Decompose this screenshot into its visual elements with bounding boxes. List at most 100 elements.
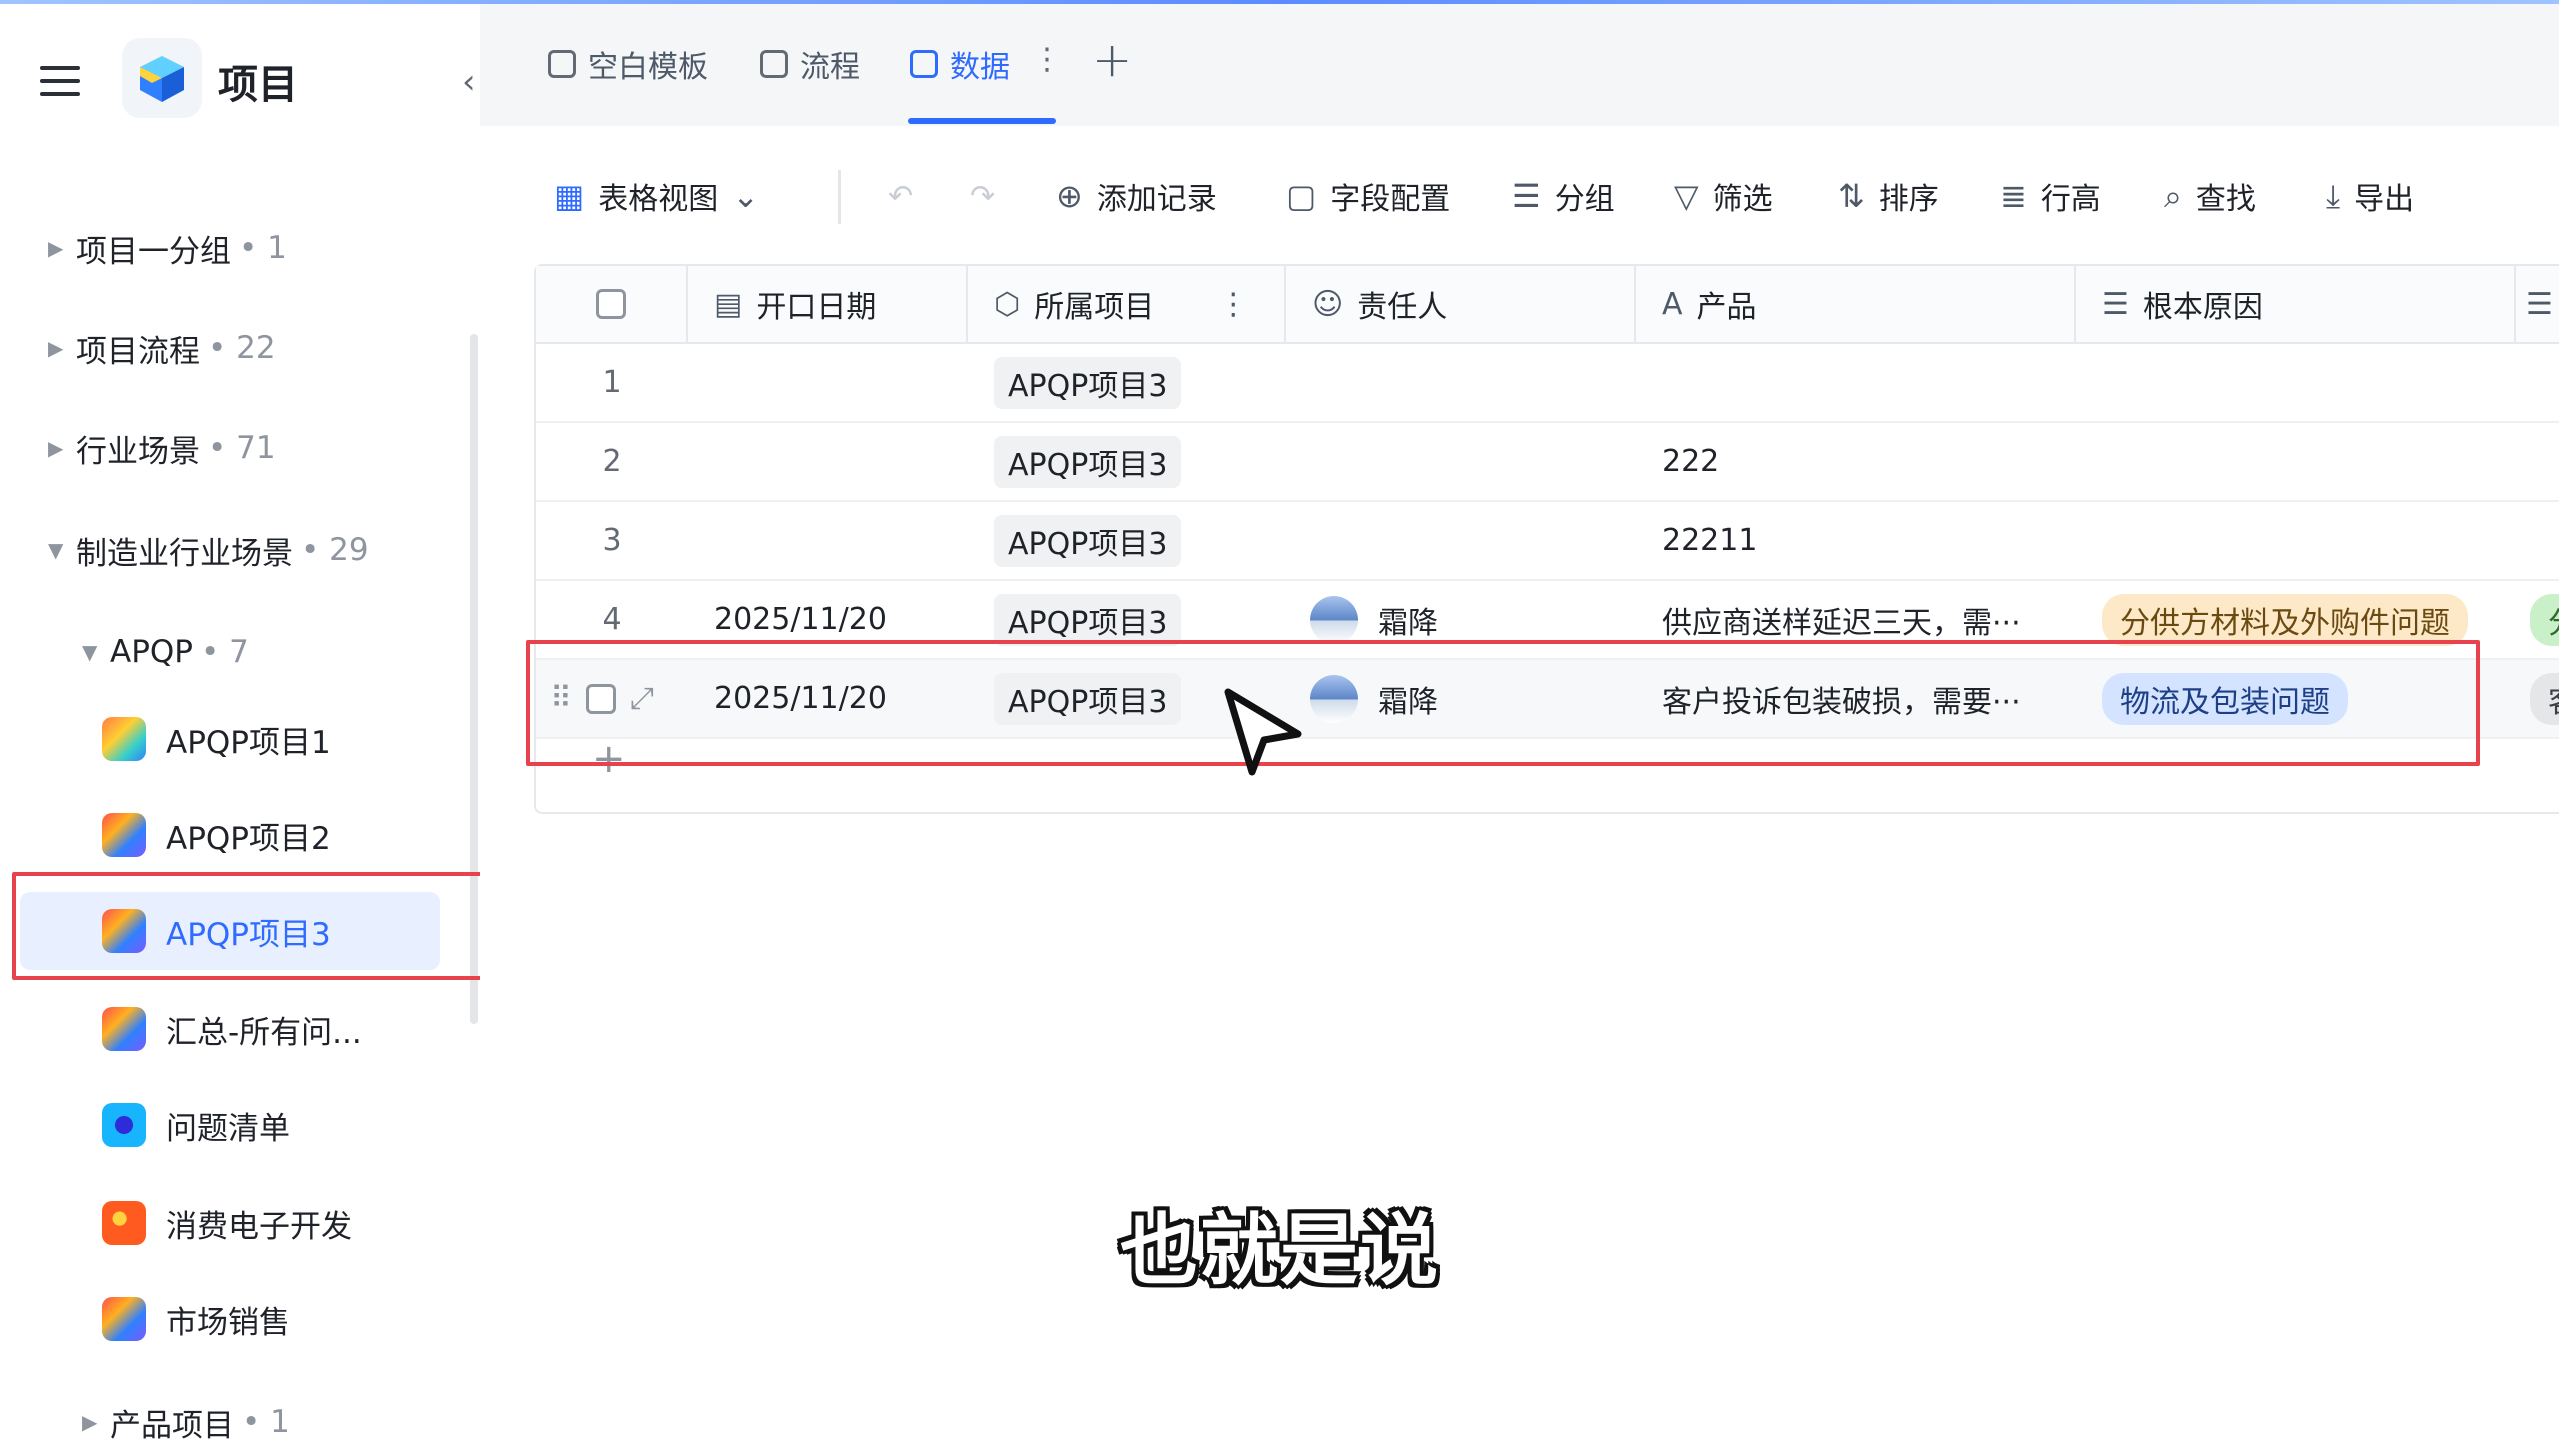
filter-label: 筛选 — [1712, 182, 1773, 217]
tree-group-item[interactable]: ▶ 项目一分组 • 1 — [48, 218, 287, 278]
tree-group-item[interactable]: ▼ 制造业行业场景 • 29 — [48, 520, 369, 580]
next-tag: 客 — [2530, 672, 2559, 725]
template-icon — [548, 50, 576, 78]
export-button[interactable]: ⤓ 导出 — [2326, 172, 2414, 220]
tree-group-label: 行业场景 — [76, 433, 200, 470]
project-cell[interactable]: APQP项目3 — [968, 423, 1286, 500]
add-record-label: 添加记录 — [1096, 182, 1217, 217]
sidebar-item-label: 消费电子开发 — [166, 1208, 352, 1245]
column-header-product[interactable]: A 产品 — [1636, 266, 2076, 344]
add-record-button[interactable]: ⊕ 添加记录 — [1056, 172, 1217, 220]
column-header-next[interactable]: ☰ — [2516, 266, 2559, 344]
group-button[interactable]: ☰ 分组 — [1512, 172, 1615, 220]
project-cell[interactable]: APQP项目3 — [968, 502, 1286, 579]
tree-group-count: • 29 — [301, 532, 369, 568]
tab-data[interactable]: 数据 — [910, 42, 1010, 86]
table-row[interactable]: 2 APQP项目3 222 — [536, 423, 2559, 502]
tree-group-item[interactable]: ▶ 行业场景 • 71 — [48, 418, 276, 478]
column-header-label: 开口日期 — [756, 290, 877, 325]
select-all-header — [536, 266, 688, 344]
table-app-icon — [102, 813, 146, 857]
mouse-cursor-icon — [1224, 688, 1302, 776]
download-icon: ⤓ — [2326, 176, 2341, 215]
row-height-icon: ≣ — [2000, 177, 2027, 215]
collapse-sidebar-icon[interactable]: ‹ — [462, 62, 480, 102]
sidebar-item-apqp1[interactable]: APQP项目1 — [20, 700, 440, 778]
tree-group-count: • 1 — [242, 1404, 290, 1440]
sidebar-item-label: APQP项目2 — [166, 820, 331, 857]
row-number: 3 — [602, 523, 622, 558]
column-header-project[interactable]: ⬡ 所属项目 ⋮ — [968, 266, 1286, 344]
row-number: 2 — [602, 444, 622, 479]
product-cell[interactable]: 222 — [1636, 423, 2076, 500]
add-tab-icon[interactable]: + — [1092, 32, 1132, 88]
list-icon: ☰ — [2526, 286, 2553, 322]
sidebar-item-label: 市场销售 — [166, 1304, 290, 1341]
view-switcher-button[interactable]: ▦ 表格视图 ⌄ — [554, 172, 773, 220]
sidebar-item-label: APQP项目1 — [166, 724, 331, 761]
product-cell[interactable]: 22211 — [1636, 502, 2076, 579]
row-highlight-box — [526, 640, 2480, 766]
column-header-root-cause[interactable]: ☰ 根本原因 — [2076, 266, 2516, 344]
tree-group-label: 制造业行业场景 — [76, 535, 293, 572]
plus-circle-icon: ⊕ — [1056, 177, 1083, 215]
caret-down-icon: ▼ — [48, 538, 64, 562]
row-number: 1 — [602, 365, 622, 400]
tree-group-item[interactable]: ▼ APQP • 7 — [82, 622, 249, 682]
sidebar-item-label: 汇总-所有问... — [166, 1014, 362, 1051]
tab-bar: 空白模板 流程 数据 ⋮ + — [480, 4, 2559, 126]
column-header-open-date[interactable]: ▤ 开口日期 — [688, 266, 968, 344]
menu-icon[interactable] — [40, 66, 80, 98]
sidebar-item-label: 问题清单 — [166, 1110, 290, 1147]
filter-icon: ▽ — [1674, 177, 1699, 215]
field-config-label: 字段配置 — [1330, 182, 1451, 217]
column-more-icon[interactable]: ⋮ — [1218, 287, 1248, 322]
table-row[interactable]: 3 APQP项目3 22211 — [536, 502, 2559, 581]
sidebar-item-marketing[interactable]: 市场销售 — [20, 1280, 440, 1358]
project-cell[interactable]: APQP项目3 — [968, 344, 1286, 421]
sidebar-item-apqp2[interactable]: APQP项目2 — [20, 796, 440, 874]
filter-button[interactable]: ▽ 筛选 — [1674, 172, 1773, 220]
tree-group-item[interactable]: ▶ 项目流程 • 22 — [48, 318, 276, 378]
chevron-down-icon: ⌄ — [732, 177, 760, 215]
app-title: 项目 — [218, 62, 298, 108]
next-cell[interactable]: 客 — [2530, 660, 2559, 737]
column-header-label: 根本原因 — [2142, 290, 2263, 325]
search-label: 查找 — [2195, 182, 2256, 217]
undo-icon[interactable]: ↶ — [888, 172, 913, 220]
tree-group-label: 项目流程 — [76, 333, 200, 370]
tab-more-icon[interactable]: ⋮ — [1032, 42, 1062, 77]
app-logo-icon — [122, 38, 202, 118]
tree-group-count: • 22 — [208, 330, 276, 366]
content-panel: ▦ 表格视图 ⌄ ↶ ↷ ⊕ 添加记录 ▢ 字段配置 ☰ 分组 ▽ 筛选 ⇅ 排… — [480, 126, 2559, 1440]
project-tag: APQP项目3 — [994, 593, 1182, 646]
search-button[interactable]: ⌕ 查找 — [2164, 172, 2256, 220]
list-icon: ☰ — [2102, 286, 2129, 322]
table-row[interactable]: 1 APQP项目3 — [536, 344, 2559, 423]
column-header-owner[interactable]: ☺ 责任人 — [1286, 266, 1636, 344]
sort-button[interactable]: ⇅ 排序 — [1838, 172, 1939, 220]
active-tab-indicator — [908, 118, 1056, 124]
sidebar-item-issue-list[interactable]: 问题清单 — [20, 1086, 440, 1164]
next-cell[interactable]: 分 — [2530, 581, 2559, 658]
view-label: 表格视图 — [598, 182, 719, 217]
tree-group-count: • 71 — [208, 430, 276, 466]
tab-flow[interactable]: 流程 — [760, 42, 860, 86]
tab-blank-template[interactable]: 空白模板 — [548, 42, 708, 86]
list-icon: ☰ — [1512, 177, 1541, 215]
project-tag: APQP项目3 — [994, 356, 1182, 409]
redo-icon[interactable]: ↷ — [970, 172, 995, 220]
tree-group-item[interactable]: ▶ 产品项目 • 1 — [82, 1392, 290, 1440]
toolbar-divider — [838, 170, 841, 224]
row-height-button[interactable]: ≣ 行高 — [2000, 172, 2101, 220]
text-icon: A — [1662, 286, 1683, 322]
tree-group-count: • 7 — [201, 634, 249, 670]
sidebar-item-consumer-electronics[interactable]: 消费电子开发 — [20, 1184, 440, 1262]
field-config-button[interactable]: ▢ 字段配置 — [1286, 172, 1450, 220]
caret-right-icon: ▶ — [48, 336, 64, 360]
avatar — [1310, 595, 1358, 644]
caret-right-icon: ▶ — [82, 1410, 98, 1434]
sidebar-item-summary[interactable]: 汇总-所有问... — [20, 990, 440, 1068]
select-all-checkbox[interactable] — [596, 289, 626, 319]
tree-group-label: APQP — [110, 634, 193, 670]
